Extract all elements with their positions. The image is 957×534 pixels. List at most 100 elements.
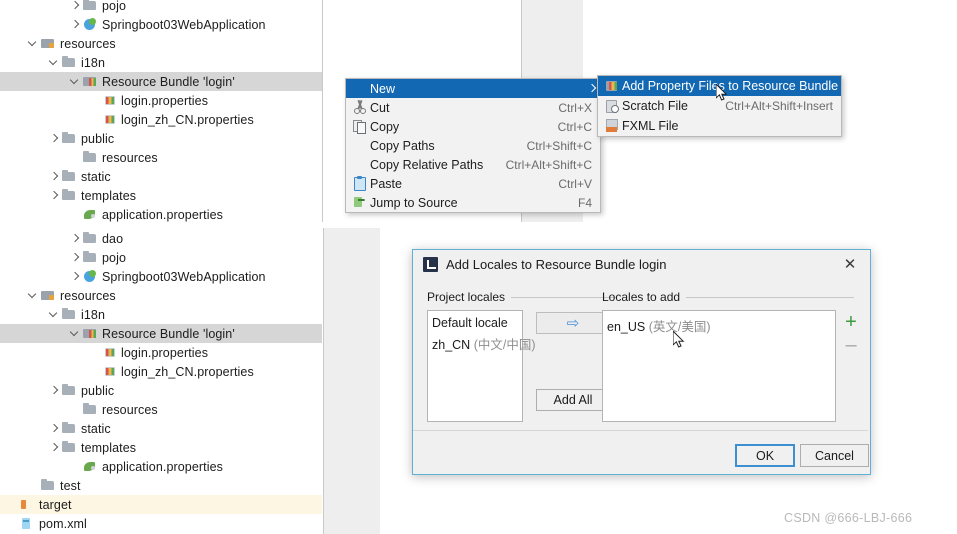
chevron-right-icon[interactable] — [69, 0, 82, 15]
locale-list-item[interactable]: Default locale — [428, 314, 522, 332]
copy-icon — [350, 117, 370, 136]
bundle-icon — [82, 74, 99, 89]
remove-locale-minus-button[interactable]: – — [841, 334, 861, 356]
menu-item[interactable]: Copy Ctrl+C — [346, 117, 600, 136]
menu-item-shortcut: Ctrl+Shift+C — [526, 138, 592, 153]
menu-item-shortcut: Ctrl+X — [558, 100, 592, 115]
menu-item[interactable]: Paste Ctrl+V — [346, 174, 600, 193]
tree-row-label: public — [81, 383, 115, 398]
chevron-right-icon[interactable] — [48, 419, 61, 438]
cancel-button[interactable]: Cancel — [800, 444, 869, 467]
project-tree-bottom[interactable]: dao pojo Springboot03WebApplication resourc… — [0, 229, 322, 533]
chevron-right-icon[interactable] — [69, 15, 82, 34]
menu-item[interactable]: Jump to Source F4 — [346, 193, 600, 212]
tree-row[interactable]: resources — [0, 400, 322, 419]
tree-row[interactable]: login_zh_CN.properties — [0, 110, 322, 129]
tree-row[interactable]: application.properties — [0, 457, 322, 476]
chevron-right-icon[interactable] — [69, 248, 82, 267]
locale-name: zh_CN — [432, 338, 471, 352]
tree-row[interactable]: pojo — [0, 248, 322, 267]
tree-row[interactable]: Resource Bundle 'login' — [0, 72, 322, 91]
add-locale-button[interactable]: ⇨ — [536, 312, 610, 334]
chevron-down-icon[interactable] — [69, 72, 82, 91]
close-icon[interactable]: ✕ — [830, 250, 870, 278]
spring-icon — [82, 269, 99, 284]
chevron-right-icon[interactable] — [48, 129, 61, 148]
tree-row-label: login.properties — [121, 345, 209, 360]
locales-to-add-list[interactable]: en_US (英文/美国) — [602, 310, 836, 422]
tree-row[interactable]: templates — [0, 438, 322, 457]
bundleico-glyph — [605, 79, 619, 93]
chevron-right-icon[interactable] — [48, 438, 61, 457]
chevron-down-icon[interactable] — [48, 53, 61, 72]
ok-label: OK — [755, 448, 775, 463]
context-submenu-new[interactable]: Add Property Files to Resource Bundle Scr… — [597, 75, 842, 137]
add-locale-plus-button[interactable]: + — [841, 311, 861, 333]
menu-item-shortcut: Ctrl+Alt+Shift+Insert — [725, 99, 833, 113]
menu-item[interactable]: Scratch File Ctrl+Alt+Shift+Insert — [598, 96, 841, 116]
tree-row[interactable]: login.properties — [0, 343, 322, 362]
tree-row[interactable]: Springboot03WebApplication — [0, 15, 322, 34]
chevron-down-icon[interactable] — [48, 305, 61, 324]
chevron-down-icon[interactable] — [27, 34, 40, 53]
tree-row[interactable]: target — [0, 495, 322, 514]
tree-row[interactable]: i18n — [0, 53, 322, 72]
folder-icon — [61, 55, 78, 70]
tree-row[interactable]: login_zh_CN.properties — [0, 362, 322, 381]
chevron-right-icon[interactable] — [48, 381, 61, 400]
tree-row[interactable]: dao — [0, 229, 322, 248]
context-menu[interactable]: New Cut Ctrl+X Copy Ctrl+C Copy Paths Ctrl+Shi… — [345, 78, 601, 213]
tree-row[interactable]: Resource Bundle 'login' — [0, 324, 322, 343]
tree-row-label: Springboot03WebApplication — [102, 17, 266, 32]
add-all-button[interactable]: Add All — [536, 389, 610, 411]
tree-row[interactable]: resources — [0, 286, 322, 305]
add-all-label: Add All — [553, 393, 593, 407]
tree-row[interactable]: resources — [0, 148, 322, 167]
chevron-right-icon[interactable] — [48, 167, 61, 186]
tree-row[interactable]: public — [0, 381, 322, 400]
add-locales-dialog[interactable]: Add Locales to Resource Bundle login ✕ P… — [412, 249, 871, 475]
locale-list-item[interactable]: en_US (英文/美国) — [603, 314, 835, 337]
chevron-right-icon[interactable] — [69, 229, 82, 248]
menu-item[interactable]: Copy Relative Paths Ctrl+Alt+Shift+C — [346, 155, 600, 174]
tree-row[interactable]: pojo — [0, 0, 322, 15]
target-icon — [19, 497, 36, 512]
tree-row[interactable]: application.properties — [0, 205, 322, 224]
locale-list-item[interactable]: zh_CN (中文/中国) — [428, 332, 536, 355]
project-locales-label: Project locales — [427, 290, 506, 304]
project-locales-list[interactable]: Default locale zh_CN (中文/中国) — [427, 310, 536, 422]
paste-glyph — [353, 176, 367, 191]
spring-icon — [82, 17, 99, 32]
menu-item[interactable]: Add Property Files to Resource Bundle — [598, 76, 841, 96]
tree-row[interactable]: i18n — [0, 305, 322, 324]
tree-row[interactable]: test — [0, 476, 322, 495]
tree-row[interactable]: templates — [0, 186, 322, 205]
menu-item[interactable]: Copy Paths Ctrl+Shift+C — [346, 136, 600, 155]
tree-row[interactable]: login.properties — [0, 91, 322, 110]
chevron-right-icon[interactable] — [69, 267, 82, 286]
tree-row[interactable]: public — [0, 129, 322, 148]
tree-row[interactable]: static — [0, 167, 322, 186]
cut-icon — [350, 98, 370, 117]
ok-button[interactable]: OK — [735, 444, 795, 467]
tree-row[interactable]: Springboot03WebApplication — [0, 267, 322, 286]
tree-row[interactable]: resources — [0, 34, 322, 53]
group-divider-right — [686, 296, 854, 298]
chevron-down-icon[interactable] — [69, 324, 82, 343]
copy-glyph — [353, 119, 367, 134]
project-tree-top[interactable]: pojo Springboot03WebApplication resources i… — [0, 0, 322, 224]
tree-row[interactable]: pom.xml — [0, 514, 322, 533]
tree-row-label: login_zh_CN.properties — [121, 364, 254, 379]
menu-item[interactable]: Cut Ctrl+X — [346, 98, 600, 117]
chevron-right-icon[interactable] — [48, 186, 61, 205]
menu-item[interactable]: New — [346, 79, 600, 98]
tree-row-label: Resource Bundle 'login' — [102, 326, 235, 341]
menu-item-label: Copy — [370, 119, 400, 134]
tree-row[interactable]: static — [0, 419, 322, 438]
chevron-down-icon[interactable] — [27, 286, 40, 305]
menu-item[interactable]: FXML File — [598, 116, 841, 136]
menu-item-label: Paste — [370, 176, 402, 191]
tree-row-label: application.properties — [102, 459, 224, 474]
